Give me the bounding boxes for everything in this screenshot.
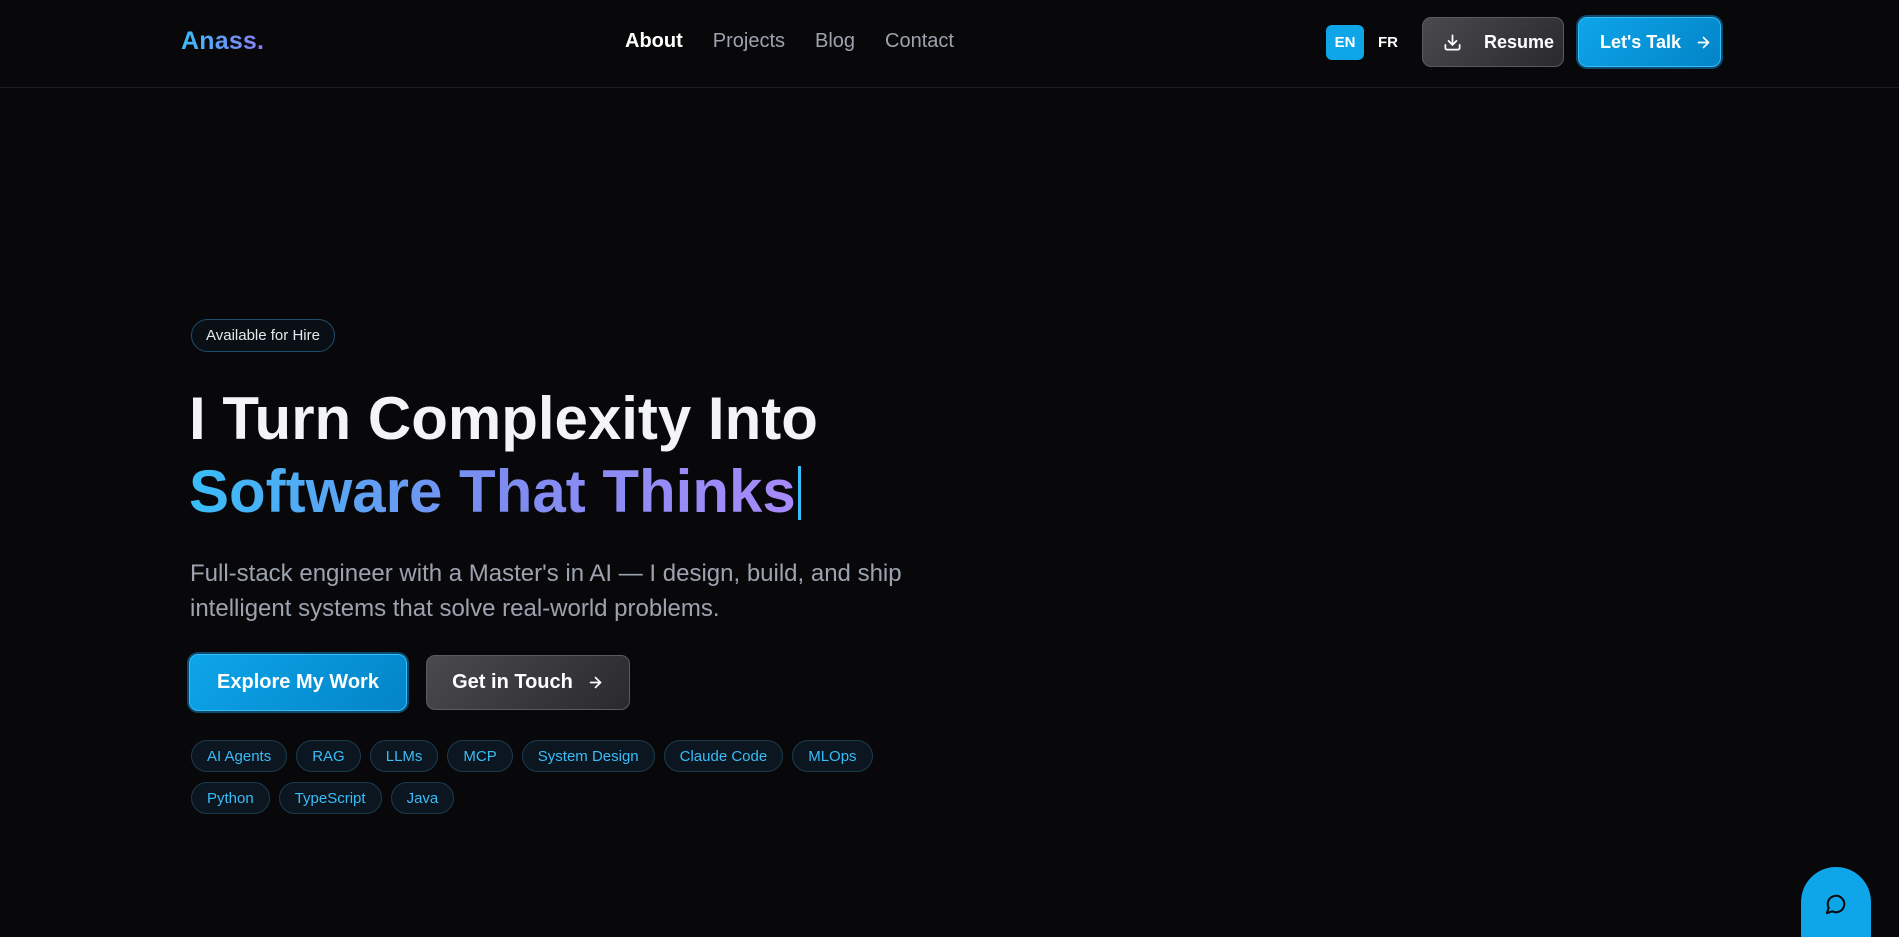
skill-tag[interactable]: Python [191, 782, 270, 814]
main-nav: About Projects Blog Contact [625, 30, 954, 53]
skill-tag[interactable]: RAG [296, 740, 361, 772]
lets-talk-button-label: Let's Talk [1600, 31, 1681, 52]
skill-tags: AI Agents RAG LLMs MCP System Design Cla… [191, 740, 891, 814]
get-in-touch-label: Get in Touch [452, 671, 573, 693]
skill-tag[interactable]: LLMs [369, 740, 439, 772]
skill-tag[interactable]: TypeScript [278, 782, 382, 814]
skill-tag[interactable]: AI Agents [191, 740, 288, 772]
headline-line-2: Software That Thinks [189, 455, 796, 528]
typing-cursor [797, 466, 801, 520]
skill-tag[interactable]: Java [390, 782, 455, 814]
nav-item-contact[interactable]: Contact [885, 30, 954, 53]
explore-work-button[interactable]: Explore My Work [189, 654, 407, 711]
language-en-toggle[interactable]: EN [1326, 25, 1364, 60]
skill-tag[interactable]: MLOps [792, 740, 873, 772]
hero-subtitle: Full-stack engineer with a Master's in A… [190, 560, 902, 622]
nav-item-about[interactable]: About [625, 30, 683, 53]
arrow-right-icon [587, 674, 604, 691]
skill-tag[interactable]: MCP [447, 740, 513, 772]
site-header: Anass. About Projects Blog Contact EN FR… [0, 0, 1899, 88]
chat-bubble-icon [1825, 893, 1847, 915]
availability-badge: Available for Hire [191, 319, 335, 352]
nav-item-projects[interactable]: Projects [713, 30, 785, 53]
download-icon [1443, 33, 1462, 52]
hero-headline: I Turn Complexity Into Software That Thi… [189, 382, 818, 528]
skill-tag[interactable]: System Design [521, 740, 655, 772]
headline-line-1: I Turn Complexity Into [189, 385, 818, 452]
logo[interactable]: Anass. [181, 27, 264, 56]
arrow-right-icon [1695, 34, 1712, 51]
nav-item-blog[interactable]: Blog [815, 30, 855, 53]
get-in-touch-button[interactable]: Get in Touch [426, 655, 630, 710]
resume-button[interactable]: Resume [1422, 17, 1564, 67]
lets-talk-button[interactable]: Let's Talk [1578, 17, 1721, 67]
skill-tag[interactable]: Claude Code [663, 740, 784, 772]
chat-button[interactable] [1801, 867, 1871, 937]
resume-button-label: Resume [1484, 31, 1555, 52]
language-fr-toggle[interactable]: FR [1369, 25, 1407, 60]
